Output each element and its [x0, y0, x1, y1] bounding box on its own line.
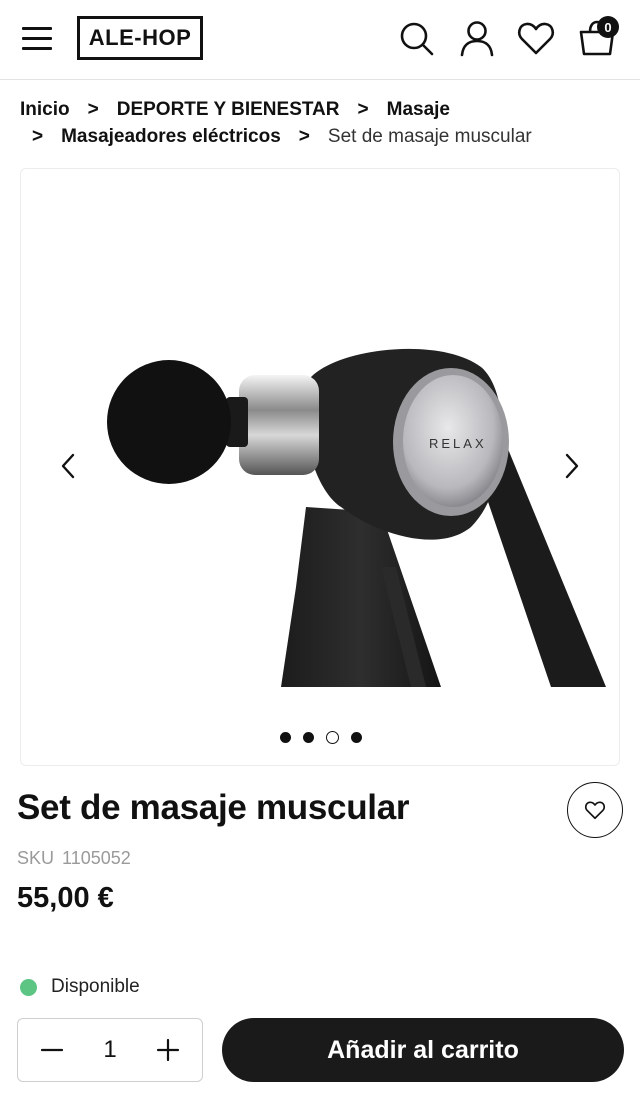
- plus-icon[interactable]: [154, 1036, 182, 1064]
- search-icon[interactable]: [396, 18, 436, 58]
- availability-label: Disponible: [51, 976, 140, 997]
- sku-label: SKU: [17, 848, 55, 868]
- minus-icon[interactable]: [38, 1036, 66, 1064]
- breadcrumb-link-deporte[interactable]: DEPORTE Y BIENESTAR: [117, 96, 340, 123]
- heart-icon[interactable]: [516, 18, 556, 58]
- product-image: RELAX: [107, 348, 606, 687]
- product-price: 55,00 €: [17, 882, 114, 914]
- gallery-dot-active[interactable]: [326, 731, 339, 744]
- add-to-cart-button[interactable]: Añadir al carrito: [222, 1018, 624, 1082]
- product-gallery: RELAX: [20, 168, 620, 766]
- breadcrumb-separator: >: [357, 99, 369, 120]
- availability-status: Disponible: [20, 976, 140, 998]
- breadcrumb-current: Set de masaje muscular: [327, 126, 532, 147]
- quantity-stepper: [17, 1018, 203, 1082]
- breadcrumb: Inicio > DEPORTE Y BIENESTAR > Masaje > …: [20, 96, 620, 150]
- product-title: Set de masaje muscular: [17, 788, 410, 827]
- breadcrumb-separator: >: [87, 99, 99, 120]
- site-logo[interactable]: ALE-HOP: [77, 16, 203, 60]
- sku-value: 1105052: [62, 848, 131, 868]
- quantity-input[interactable]: [85, 1036, 135, 1064]
- gallery-dot[interactable]: [280, 732, 291, 743]
- product-sku: SKU 1105052: [17, 848, 131, 869]
- breadcrumb-link-inicio[interactable]: Inicio: [20, 96, 70, 123]
- gallery-pagination: [21, 731, 619, 744]
- product-brand-text: RELAX: [429, 436, 487, 451]
- hamburger-menu-icon[interactable]: [20, 24, 54, 52]
- gallery-dot[interactable]: [351, 732, 362, 743]
- availability-dot: [20, 978, 37, 996]
- heart-icon: [584, 801, 606, 820]
- shopping-bag-icon[interactable]: 0: [577, 16, 619, 58]
- gallery-dot[interactable]: [303, 732, 314, 743]
- cart-count-badge: 0: [597, 16, 619, 38]
- chevron-right-icon[interactable]: [556, 451, 586, 481]
- breadcrumb-link-masajeadores[interactable]: Masajeadores eléctricos: [61, 123, 281, 150]
- breadcrumb-separator: >: [32, 126, 44, 147]
- site-header: ALE-HOP 0: [0, 0, 640, 80]
- user-icon[interactable]: [457, 18, 497, 58]
- breadcrumb-separator: >: [298, 126, 310, 147]
- chevron-left-icon[interactable]: [54, 451, 84, 481]
- add-to-wishlist-button[interactable]: [567, 782, 623, 838]
- breadcrumb-link-masaje[interactable]: Masaje: [387, 96, 450, 123]
